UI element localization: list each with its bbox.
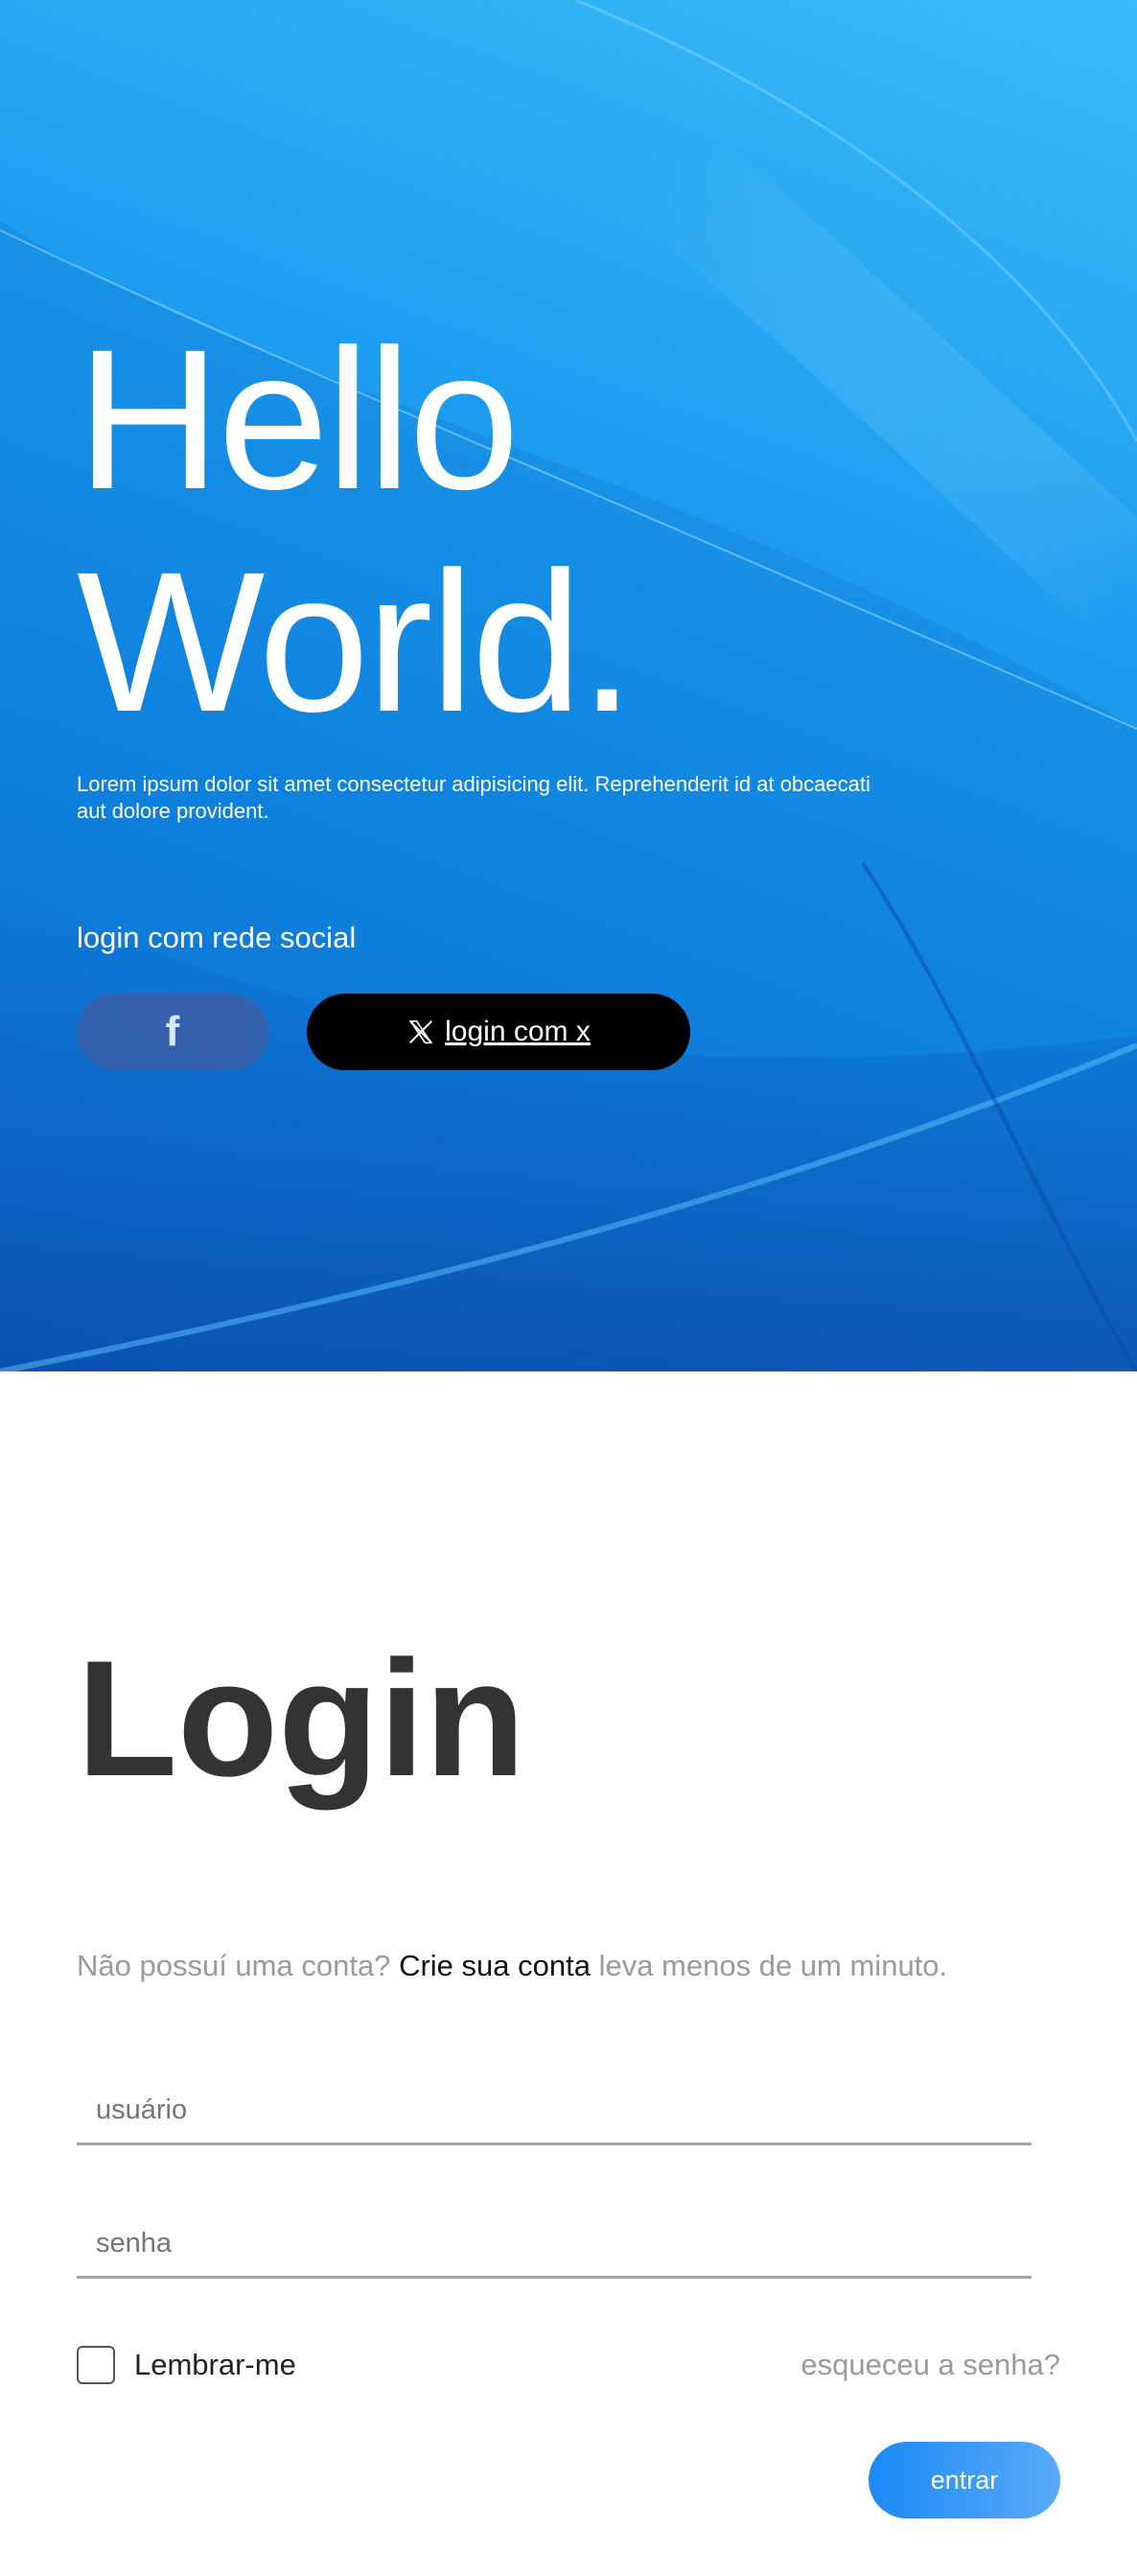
submit-button[interactable]: entrar bbox=[869, 2442, 1060, 2518]
signup-suffix: leva menos de um minuto. bbox=[598, 1949, 948, 1982]
hero-description: Lorem ipsum dolor sit amet consectetur a… bbox=[77, 772, 870, 823]
remember-me-checkbox[interactable] bbox=[77, 2346, 115, 2384]
remember-me[interactable]: Lembrar-me bbox=[77, 2346, 296, 2384]
hero-title-line1: Hello bbox=[77, 309, 520, 531]
social-login-label: login com rede social bbox=[77, 921, 357, 954]
hero-title: Hello World. bbox=[77, 309, 635, 754]
login-title: Login bbox=[77, 1627, 526, 1811]
facebook-icon: f bbox=[165, 1008, 180, 1055]
signup-prefix: Não possuí uma conta? bbox=[77, 1949, 391, 1982]
username-input[interactable] bbox=[77, 2078, 1032, 2143]
username-field-wrapper bbox=[77, 2078, 1032, 2145]
submit-button-label: entrar bbox=[930, 2465, 999, 2494]
facebook-login-button[interactable]: f bbox=[77, 994, 268, 1070]
x-login-button[interactable]: login com x bbox=[307, 994, 690, 1070]
hero-section: Hello World. Lorem ipsum dolor sit amet … bbox=[0, 0, 1137, 1371]
password-field-wrapper bbox=[77, 2212, 1032, 2279]
remember-me-label: Lembrar-me bbox=[134, 2348, 296, 2381]
hero-title-line2: World. bbox=[77, 531, 635, 754]
password-input[interactable] bbox=[77, 2212, 1032, 2276]
signup-prompt: Não possuí uma conta? Crie sua conta lev… bbox=[77, 1947, 947, 1985]
create-account-link[interactable]: Crie sua conta bbox=[399, 1949, 591, 1982]
x-logo-icon bbox=[408, 1019, 433, 1044]
x-login-label: login com x bbox=[445, 1016, 591, 1047]
forgot-password-link[interactable]: esqueceu a senha? bbox=[801, 2346, 1060, 2384]
